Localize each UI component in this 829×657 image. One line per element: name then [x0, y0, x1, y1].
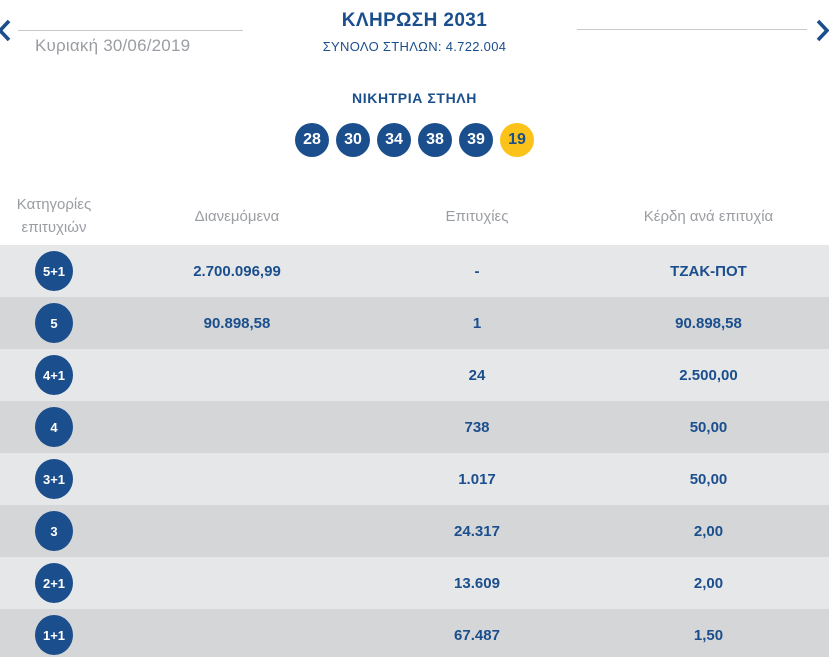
per-win-cell: 90.898,58	[675, 314, 742, 332]
table-row: 2+1 13.609 2,00	[0, 557, 829, 609]
previous-draw-button[interactable]	[0, 19, 12, 42]
table-row: 5 90.898,58 1 90.898,58	[0, 297, 829, 349]
category-cell: 3	[0, 511, 108, 551]
table-row: 4 738 50,00	[0, 401, 829, 453]
draw-date: Κυριακή 30/06/2019	[35, 36, 191, 55]
header-distributed: Διανεμόμενα	[194, 207, 280, 225]
header-per-win: Κέρδη ανά επιτυχία	[643, 207, 774, 225]
joker-number-ball: 19	[500, 123, 534, 157]
winning-number-ball: 28	[295, 123, 329, 157]
category-cell: 1+1	[0, 615, 108, 655]
distributed-cell: 2.700.096,99	[193, 262, 281, 280]
table-row: 1+1 67.487 1,50	[0, 609, 829, 657]
wins-cell: 738	[464, 418, 490, 436]
category-badge: 4+1	[35, 355, 73, 395]
winning-column-title: ΝΙΚΗΤΡΙΑ ΣΤΗΛΗ	[352, 90, 477, 106]
wins-cell: -	[474, 262, 480, 280]
category-cell: 4+1	[0, 355, 108, 395]
winning-column-section: ΝΙΚΗΤΡΙΑ ΣΤΗΛΗ 28 30 34 38 39 19	[0, 90, 829, 157]
chevron-right-icon	[815, 19, 829, 42]
header-divider-right	[577, 29, 807, 30]
total-columns-label: ΣΥΝΟΛΟ ΣΤΗΛΩΝ:	[322, 39, 442, 54]
distributed-cell: 90.898,58	[203, 314, 271, 332]
category-badge: 3	[35, 511, 73, 551]
table-row: 3+1 1.017 50,00	[0, 453, 829, 505]
per-win-cell: 2.500,00	[679, 366, 738, 384]
winning-number-ball: 38	[418, 123, 452, 157]
per-win-cell: ΤΖΑΚ-ΠΟΤ	[670, 262, 747, 280]
category-badge: 5+1	[35, 251, 73, 291]
winning-number-ball: 34	[377, 123, 411, 157]
per-win-cell: 50,00	[689, 470, 728, 488]
category-badge: 4	[35, 407, 73, 447]
category-cell: 3+1	[0, 459, 108, 499]
winning-numbers: 28 30 34 38 39 19	[0, 123, 829, 157]
wins-cell: 1.017	[458, 470, 496, 488]
header-wins: Επιτυχίες	[445, 207, 509, 225]
results-table: Κατηγορίες επιτυχιών Διανεμόμενα Επιτυχί…	[0, 187, 829, 657]
total-columns-value: 4.722.004	[445, 39, 507, 54]
wins-cell: 13.609	[454, 574, 500, 592]
category-badge: 1+1	[35, 615, 73, 655]
table-row: 3 24.317 2,00	[0, 505, 829, 557]
category-cell: 2+1	[0, 563, 108, 603]
category-badge: 2+1	[35, 563, 73, 603]
winning-number-ball: 30	[336, 123, 370, 157]
wins-cell: 24	[468, 366, 486, 384]
results-table-header: Κατηγορίες επιτυχιών Διανεμόμενα Επιτυχί…	[0, 187, 829, 245]
winning-number-ball: 39	[459, 123, 493, 157]
table-row: 5+1 2.700.096,99 - ΤΖΑΚ-ΠΟΤ	[0, 245, 829, 297]
category-badge: 5	[35, 303, 73, 343]
category-cell: 5+1	[0, 251, 108, 291]
wins-cell: 24.317	[454, 522, 500, 540]
chevron-left-icon	[0, 19, 12, 42]
draw-results-page: Κυριακή 30/06/2019 ΚΛΗΡΩΣΗ 2031 ΣΥΝΟΛΟ Σ…	[0, 0, 829, 657]
results-rows: 5+1 2.700.096,99 - ΤΖΑΚ-ΠΟΤ 5 90.898,58 …	[0, 245, 829, 657]
per-win-cell: 50,00	[689, 418, 728, 436]
draw-header: Κυριακή 30/06/2019 ΚΛΗΡΩΣΗ 2031 ΣΥΝΟΛΟ Σ…	[0, 0, 829, 62]
next-draw-button[interactable]	[815, 19, 829, 42]
wins-cell: 67.487	[454, 626, 500, 644]
header-categories: Κατηγορίες επιτυχιών	[16, 195, 92, 236]
category-badge: 3+1	[35, 459, 73, 499]
category-cell: 4	[0, 407, 108, 447]
table-row: 4+1 24 2.500,00	[0, 349, 829, 401]
category-cell: 5	[0, 303, 108, 343]
per-win-cell: 2,00	[693, 574, 724, 592]
wins-cell: 1	[472, 314, 482, 332]
per-win-cell: 2,00	[693, 522, 724, 540]
per-win-cell: 1,50	[693, 626, 724, 644]
header-divider-left	[18, 30, 243, 31]
